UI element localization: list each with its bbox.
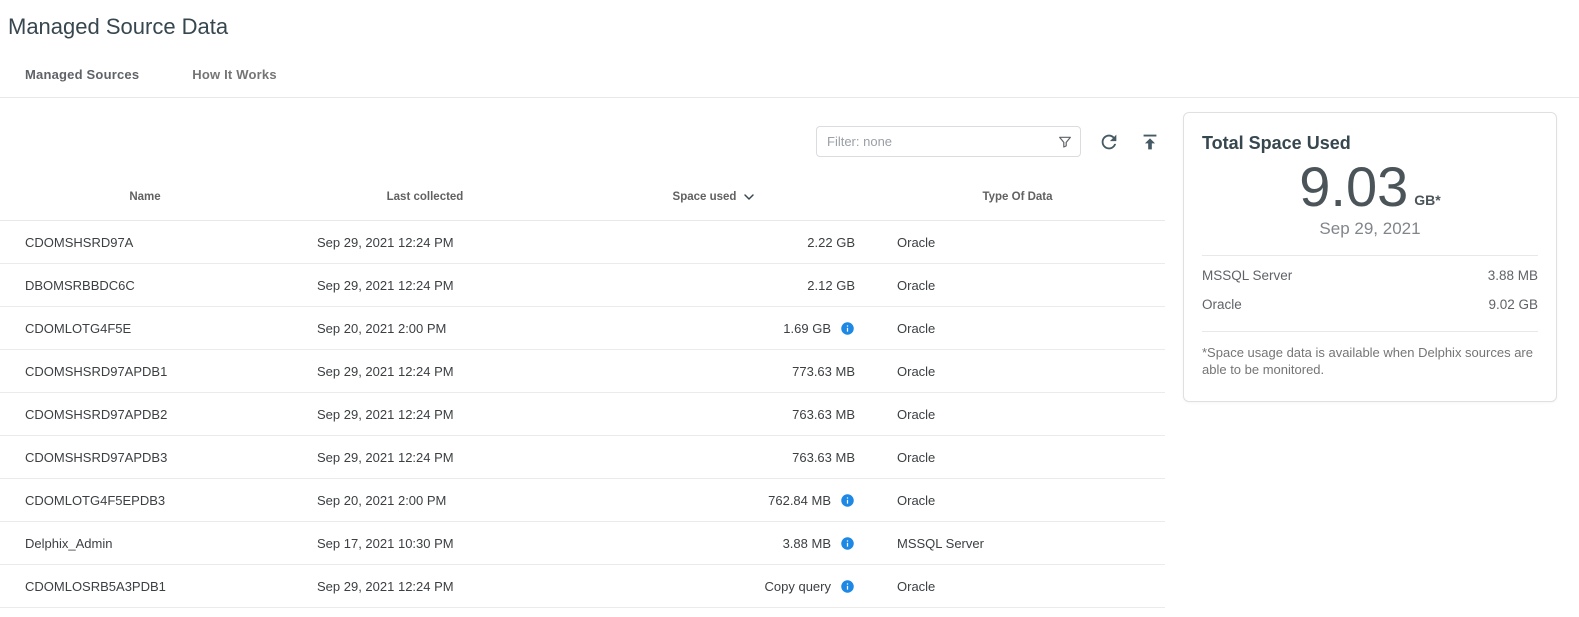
breakdown-value: 9.02 GB <box>1488 297 1538 312</box>
space-used: 1.69 GB <box>560 321 870 336</box>
space-used: 2.12 GB <box>560 278 870 293</box>
total-space-number: 9.03 <box>1299 158 1408 217</box>
space-used: 3.88 MB <box>560 536 870 551</box>
space-used: 2.22 GB <box>560 235 870 250</box>
source-name: CDOMSHSRD97A <box>0 235 290 250</box>
space-used-value: 763.63 MB <box>792 407 855 422</box>
breakdown-label: MSSQL Server <box>1202 268 1292 283</box>
filter-input[interactable] <box>816 126 1081 157</box>
space-used-value: 762.84 MB <box>768 493 831 508</box>
breakdown-row: MSSQL Server 3.88 MB <box>1202 261 1538 290</box>
column-header-space-used-label: Space used <box>673 191 737 203</box>
source-name: Delphix_Admin <box>0 536 290 551</box>
toolbar <box>0 126 1165 157</box>
source-name: CDOMLOTG4F5E <box>0 321 290 336</box>
space-usage-footnote: *Space usage data is available when Delp… <box>1202 331 1538 379</box>
type-of-data: Oracle <box>870 321 1165 336</box>
source-name: CDOMSHSRD97APDB1 <box>0 364 290 379</box>
space-used-value: 2.22 GB <box>807 235 855 250</box>
table-header-row: Name Last collected Space used Type Of D… <box>0 173 1165 221</box>
type-of-data: Oracle <box>870 235 1165 250</box>
total-space-date: Sep 29, 2021 <box>1202 219 1538 255</box>
space-breakdown: MSSQL Server 3.88 MB Oracle 9.02 GB <box>1202 255 1538 327</box>
info-icon[interactable] <box>840 321 855 336</box>
table-row[interactable]: CDOMLOTG4F5E Sep 20, 2021 2:00 PM 1.69 G… <box>0 307 1165 350</box>
last-collected: Sep 29, 2021 12:24 PM <box>290 579 560 594</box>
type-of-data: Oracle <box>870 278 1165 293</box>
type-of-data: Oracle <box>870 364 1165 379</box>
filter-field <box>816 126 1081 157</box>
last-collected: Sep 17, 2021 10:30 PM <box>290 536 560 551</box>
last-collected: Sep 29, 2021 12:24 PM <box>290 450 560 465</box>
page-title: Managed Source Data <box>0 0 1579 40</box>
last-collected: Sep 29, 2021 12:24 PM <box>290 235 560 250</box>
card-title: Total Space Used <box>1202 133 1538 154</box>
chevron-down-icon <box>741 189 757 205</box>
refresh-icon <box>1098 131 1120 153</box>
main-panel: Name Last collected Space used Type Of D… <box>0 98 1165 608</box>
export-button[interactable] <box>1137 129 1163 155</box>
last-collected: Sep 29, 2021 12:24 PM <box>290 278 560 293</box>
table-row[interactable]: DBOMSRBBDC6C Sep 29, 2021 12:24 PM 2.12 … <box>0 264 1165 307</box>
copy-query-tooltip[interactable]: Copy query <box>765 579 831 594</box>
managed-sources-table: Name Last collected Space used Type Of D… <box>0 173 1165 608</box>
column-header-last-collected[interactable]: Last collected <box>290 191 560 203</box>
table-row[interactable]: CDOMLOTG4F5EPDB3 Sep 20, 2021 2:00 PM 76… <box>0 479 1165 522</box>
breakdown-label: Oracle <box>1202 297 1242 312</box>
table-row[interactable]: CDOMSHSRD97APDB2 Sep 29, 2021 12:24 PM 7… <box>0 393 1165 436</box>
table-row[interactable]: CDOMSHSRD97APDB1 Sep 29, 2021 12:24 PM 7… <box>0 350 1165 393</box>
total-space-used-card: Total Space Used 9.03 GB* Sep 29, 2021 M… <box>1183 112 1557 402</box>
tab-bar: Managed Sources How It Works <box>0 67 1579 98</box>
space-used-value: 763.63 MB <box>792 450 855 465</box>
table-row[interactable]: CDOMLOSRB5A3PDB1 Sep 29, 2021 12:24 PM C… <box>0 565 1165 608</box>
space-used: 773.63 MB <box>560 364 870 379</box>
refresh-button[interactable] <box>1096 129 1122 155</box>
space-used-value: 773.63 MB <box>792 364 855 379</box>
last-collected: Sep 29, 2021 12:24 PM <box>290 364 560 379</box>
content-area: Name Last collected Space used Type Of D… <box>0 98 1579 608</box>
type-of-data: MSSQL Server <box>870 536 1165 551</box>
source-name: CDOMSHSRD97APDB3 <box>0 450 290 465</box>
source-name: CDOMLOSRB5A3PDB1 <box>0 579 290 594</box>
info-icon[interactable] <box>840 536 855 551</box>
space-used: 763.63 MB <box>560 450 870 465</box>
type-of-data: Oracle <box>870 450 1165 465</box>
type-of-data: Oracle <box>870 407 1165 422</box>
total-space-value: 9.03 GB* <box>1202 158 1538 217</box>
table-row[interactable]: Delphix_Admin Sep 17, 2021 10:30 PM 3.88… <box>0 522 1165 565</box>
column-header-space-used[interactable]: Space used <box>560 189 870 205</box>
managed-source-data-page: Managed Source Data Managed Sources How … <box>0 0 1579 617</box>
table-row[interactable]: CDOMSHSRD97APDB3 Sep 29, 2021 12:24 PM 7… <box>0 436 1165 479</box>
type-of-data: Oracle <box>870 493 1165 508</box>
funnel-icon[interactable] <box>1057 134 1073 150</box>
last-collected: Sep 29, 2021 12:24 PM <box>290 407 560 422</box>
table-row[interactable]: CDOMSHSRD97A Sep 29, 2021 12:24 PM 2.22 … <box>0 221 1165 264</box>
export-icon <box>1139 131 1161 153</box>
tab-managed-sources[interactable]: Managed Sources <box>25 67 139 97</box>
column-header-type[interactable]: Type Of Data <box>870 191 1165 203</box>
type-of-data: Oracle <box>870 579 1165 594</box>
tab-how-it-works[interactable]: How It Works <box>192 67 277 97</box>
space-used-value: 2.12 GB <box>807 278 855 293</box>
breakdown-value: 3.88 MB <box>1488 268 1538 283</box>
breakdown-row: Oracle 9.02 GB <box>1202 290 1538 319</box>
space-used: Copy query <box>560 579 870 594</box>
source-name: CDOMSHSRD97APDB2 <box>0 407 290 422</box>
last-collected: Sep 20, 2021 2:00 PM <box>290 493 560 508</box>
total-space-unit: GB* <box>1414 192 1440 217</box>
space-used: 762.84 MB <box>560 493 870 508</box>
last-collected: Sep 20, 2021 2:00 PM <box>290 321 560 336</box>
info-icon[interactable] <box>840 579 855 594</box>
space-used: 763.63 MB <box>560 407 870 422</box>
space-used-value: 3.88 MB <box>783 536 831 551</box>
space-used-value: 1.69 GB <box>783 321 831 336</box>
info-icon[interactable] <box>840 493 855 508</box>
column-header-name[interactable]: Name <box>0 191 290 203</box>
source-name: DBOMSRBBDC6C <box>0 278 290 293</box>
source-name: CDOMLOTG4F5EPDB3 <box>0 493 290 508</box>
